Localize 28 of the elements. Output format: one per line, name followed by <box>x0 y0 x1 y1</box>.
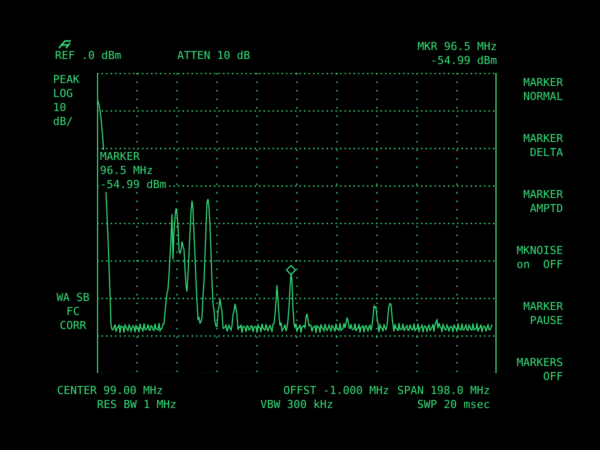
marker-diamond-icon <box>286 265 296 275</box>
softkey-label[interactable]: MARKER AMPTD <box>523 188 563 216</box>
marker-readout: MARKER <box>100 150 141 164</box>
softkey-label[interactable]: MARKER NORMAL <box>523 76 563 104</box>
scale-label: 10 <box>53 101 68 115</box>
scale-label: dB/ <box>53 115 74 129</box>
reference-level: REF .0 dBm <box>55 49 122 63</box>
correction-label: WA SB <box>56 291 90 305</box>
bandwidth-setting: RES BW 1 MHz <box>97 398 176 412</box>
softkey-label[interactable]: MARKERS OFF <box>516 356 563 384</box>
sweep-setting: CENTER 99.00 MHz <box>57 384 163 398</box>
marker-level: -54.99 dBm <box>430 54 497 68</box>
scale-label: PEAK <box>53 73 80 87</box>
marker-readout: 96.5 MHz <box>100 164 154 178</box>
bandwidth-setting: VBW 300 kHz <box>260 398 334 412</box>
attenuation: ATTEN 10 dB <box>177 49 250 63</box>
scale-label: LOG <box>53 87 74 101</box>
softkey-label[interactable]: MKNOISE on OFF <box>516 244 563 272</box>
softkey-label[interactable]: MARKER PAUSE <box>523 300 563 328</box>
bandwidth-setting: SWP 20 msec <box>417 398 490 412</box>
sweep-setting: SPAN 198.0 MHz <box>397 384 490 398</box>
logo-icon <box>58 40 72 49</box>
marker-readout: -54.99 dBm <box>100 178 166 192</box>
correction-label: FC <box>66 305 80 319</box>
correction-label: CORR <box>60 319 86 333</box>
softkey-label[interactable]: MARKER DELTA <box>523 132 563 160</box>
sweep-setting: OFFST -1.000 MHz <box>283 384 390 398</box>
marker-frequency: MKR 96.5 MHz <box>418 40 497 54</box>
